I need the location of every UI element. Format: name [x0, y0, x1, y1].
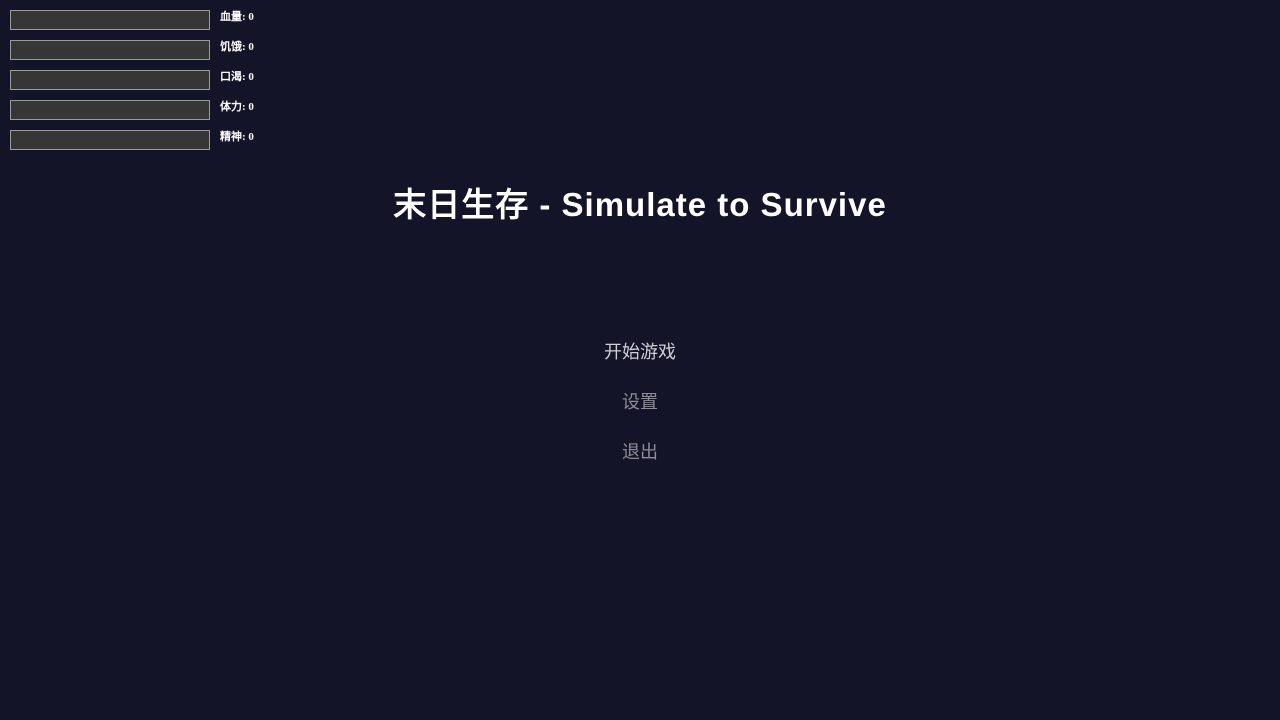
stamina-readout: 体力: 0	[220, 101, 254, 113]
hunger-bar	[10, 40, 210, 60]
thirst-value: 0	[248, 71, 254, 83]
sanity-value: 0	[248, 131, 254, 143]
health-bar	[10, 10, 210, 30]
health-label: 血量	[220, 11, 242, 23]
health-readout: 血量: 0	[220, 11, 254, 23]
thirst-bar	[10, 70, 210, 90]
hunger-label: 饥饿	[220, 41, 242, 53]
game-screen: 血量: 0 饥饿: 0 口渴: 0 体力: 0 精神: 0 末日生存 - Sim…	[0, 0, 1280, 720]
hunger-readout: 饥饿: 0	[220, 41, 254, 53]
exit-button[interactable]: 退出	[0, 438, 1280, 464]
hunger-value: 0	[248, 41, 254, 53]
game-title: 末日生存 - Simulate to Survive	[393, 186, 887, 223]
sanity-readout: 精神: 0	[220, 131, 254, 143]
start-game-button[interactable]: 开始游戏	[0, 338, 1280, 364]
stamina-value: 0	[248, 101, 254, 113]
settings-button[interactable]: 设置	[0, 388, 1280, 414]
stamina-bar	[10, 100, 210, 120]
sanity-bar	[10, 130, 210, 150]
stamina-label: 体力	[220, 101, 242, 113]
thirst-label: 口渴	[220, 71, 242, 83]
thirst-readout: 口渴: 0	[220, 71, 254, 83]
sanity-label: 精神	[220, 131, 242, 143]
health-value: 0	[248, 11, 254, 23]
